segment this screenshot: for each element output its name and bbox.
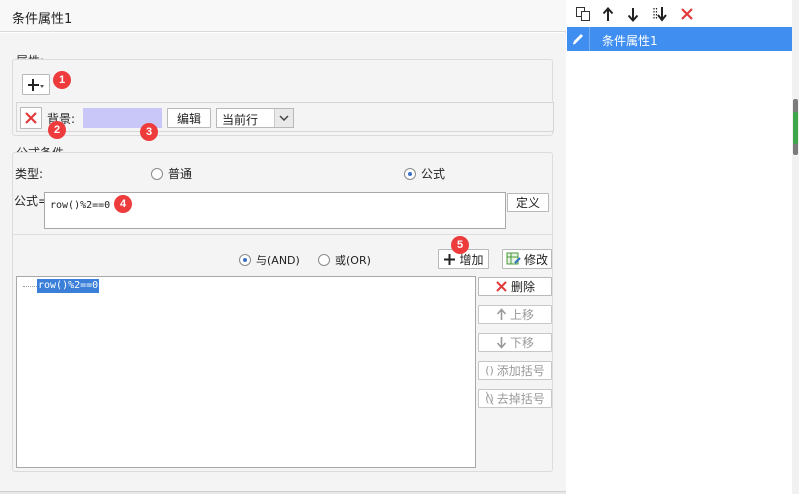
radio-checked-icon: [239, 254, 251, 266]
remove-brackets-button[interactable]: () ╲ 去掉括号: [478, 389, 552, 408]
arrow-down-icon[interactable]: [624, 5, 642, 23]
type-normal-radio[interactable]: 普通: [151, 165, 192, 182]
type-label: 类型:: [15, 167, 44, 181]
add-attribute-button[interactable]: [22, 74, 50, 95]
formula-input[interactable]: row()%2==0: [44, 192, 506, 229]
remove-attribute-button[interactable]: [20, 107, 42, 129]
radio-checked-icon: [404, 167, 416, 180]
close-icon: [25, 112, 37, 124]
logic-and-radio[interactable]: 与(AND): [239, 252, 300, 268]
callout-badge-5: 5: [451, 236, 469, 254]
logic-or-label: 或(OR): [335, 254, 371, 267]
chevron-down-icon[interactable]: [274, 109, 293, 127]
remove-brackets-label: 去掉括号: [496, 392, 545, 406]
type-formula-label: 公式: [421, 167, 446, 181]
add-brackets-label: 添加括号: [496, 364, 545, 378]
arrow-up-icon[interactable]: [599, 5, 617, 23]
condition-list-item-selected[interactable]: 条件属性1: [567, 27, 792, 51]
callout-badge-3: 3: [140, 123, 158, 141]
close-icon: [496, 281, 507, 292]
scrollbar-thumb-indicator: [793, 112, 798, 144]
scope-select[interactable]: 当前行: [216, 108, 294, 128]
list-item[interactable]: row()%2==0: [37, 279, 100, 293]
conditions-list-pane: [567, 0, 799, 494]
move-up-label: 上移: [509, 308, 534, 322]
type-normal-label: 普通: [168, 167, 193, 181]
type-formula-radio[interactable]: 公式: [404, 165, 445, 182]
radio-unchecked-icon: [318, 254, 330, 266]
formula-label: 公式=: [14, 194, 49, 208]
arrow-down-icon: [496, 337, 507, 349]
delete-button[interactable]: 删除: [478, 277, 552, 296]
divider: [13, 234, 552, 235]
plus-icon: [444, 253, 456, 265]
scope-select-value: 当前行: [222, 113, 259, 127]
copy-icon[interactable]: [574, 5, 592, 23]
add-brackets-button[interactable]: () 添加括号: [478, 361, 552, 380]
title-bar: 条件属性1: [0, 0, 566, 32]
delete-label: 删除: [510, 280, 535, 294]
move-to-bottom-icon[interactable]: [651, 5, 669, 23]
remove-brackets-icon: () ╲: [485, 392, 494, 405]
logic-and-label: 与(AND): [256, 254, 300, 267]
callout-badge-2: 2: [48, 121, 66, 139]
window-title: 条件属性1: [12, 12, 73, 27]
define-formula-button[interactable]: 定义: [507, 193, 549, 212]
radio-unchecked-icon: [151, 167, 163, 180]
modify-condition-label: 修改: [523, 252, 548, 267]
move-down-label: 下移: [509, 336, 534, 350]
scrollbar[interactable]: [792, 0, 799, 494]
edit-grid-icon: [506, 252, 521, 265]
logic-or-radio[interactable]: 或(OR): [318, 252, 371, 268]
plus-icon: [28, 78, 44, 91]
right-toolbar: [567, 0, 792, 27]
callout-badge-4: 4: [114, 195, 132, 213]
arrow-up-icon: [496, 308, 507, 320]
condition-list[interactable]: row()%2==0: [16, 276, 476, 468]
delete-icon[interactable]: [678, 5, 696, 23]
formula-input-value: row()%2==0: [50, 200, 111, 211]
callout-badge-1: 1: [53, 71, 71, 89]
tree-connector: [23, 286, 37, 287]
brackets-icon: (): [485, 364, 494, 377]
move-down-button[interactable]: 下移: [478, 333, 552, 352]
move-up-button[interactable]: 上移: [478, 305, 552, 324]
pencil-icon: [567, 27, 590, 51]
edit-background-button[interactable]: 编辑: [167, 108, 211, 128]
condition-list-item-label: 条件属性1: [602, 34, 658, 48]
modify-condition-button[interactable]: 修改: [502, 249, 552, 269]
